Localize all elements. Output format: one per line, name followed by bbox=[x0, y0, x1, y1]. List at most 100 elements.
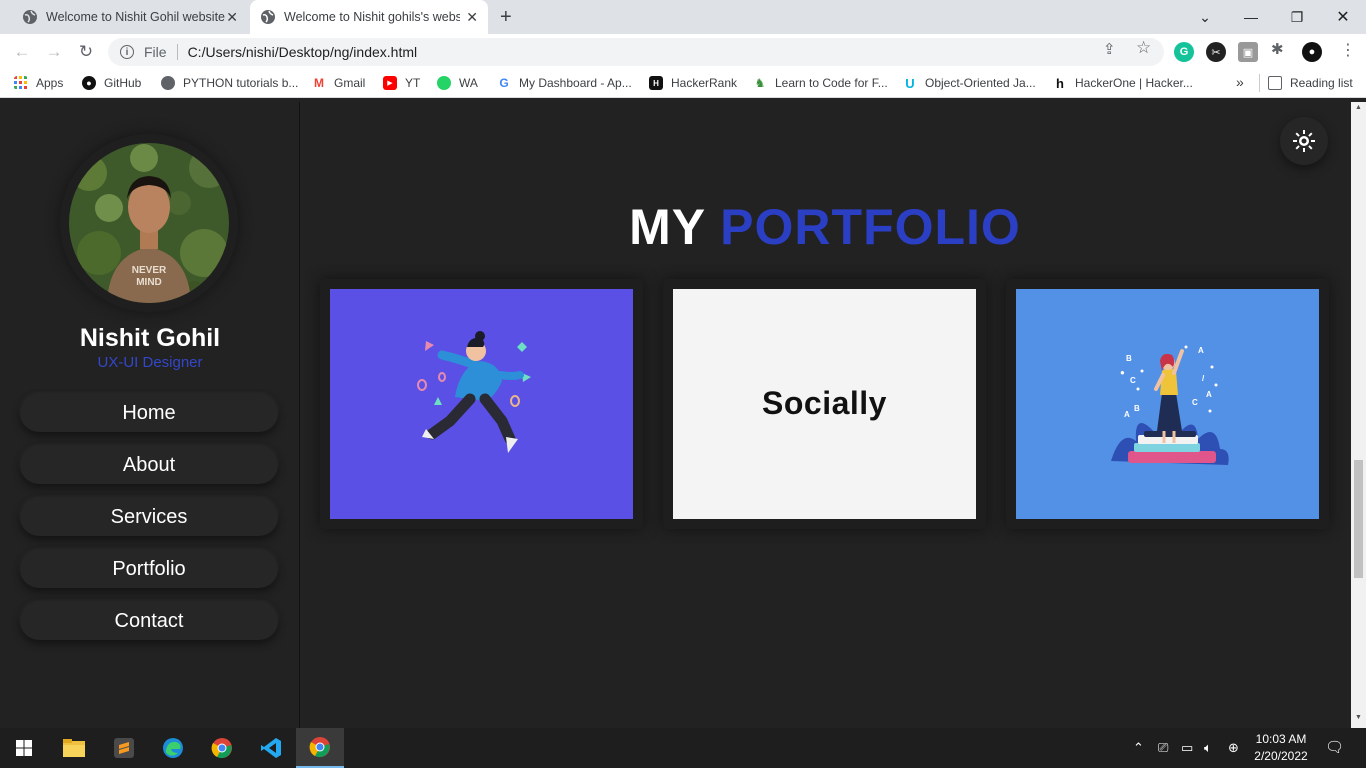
start-button[interactable] bbox=[0, 728, 48, 768]
profile-avatar-icon[interactable]: ● bbox=[1302, 42, 1322, 62]
close-tab-icon[interactable]: ✕ bbox=[466, 9, 478, 26]
show-hidden-icons-icon[interactable]: ⌃ bbox=[1133, 740, 1144, 756]
scroll-down-icon[interactable]: ▼ bbox=[1354, 714, 1363, 721]
tab-search-icon[interactable]: ⌄ bbox=[1182, 0, 1228, 34]
tab-title: Welcome to Nishit Gohil website bbox=[46, 10, 226, 24]
bookmark-item[interactable]: G My Dashboard - Ap... bbox=[497, 76, 632, 90]
share-icon[interactable]: ⇪ bbox=[1103, 40, 1116, 58]
chrome-icon bbox=[211, 738, 232, 759]
avatar-frame: NEVER MIND bbox=[60, 134, 238, 312]
folder-icon bbox=[63, 739, 85, 757]
portfolio-card[interactable]: BAB ACA / C ● bbox=[1006, 279, 1329, 529]
address-bar[interactable]: i File C:/Users/nishi/Desktop/ng/index.h… bbox=[108, 38, 1164, 66]
running-character-illustration bbox=[330, 289, 633, 519]
chrome-profile-app[interactable] bbox=[198, 728, 246, 768]
more-bookmarks-button[interactable]: » bbox=[1236, 74, 1244, 90]
back-icon[interactable]: ← bbox=[11, 41, 33, 63]
bookmark-item[interactable]: U Object-Oriented Ja... bbox=[903, 76, 1036, 91]
volume-icon[interactable]: 🔈︎ bbox=[1204, 740, 1212, 756]
portfolio-card[interactable] bbox=[320, 279, 643, 529]
scroll-up-icon[interactable]: ▲ bbox=[1354, 104, 1363, 111]
reading-list-button[interactable]: Reading list bbox=[1259, 74, 1353, 92]
portfolio-card[interactable]: Socially bbox=[663, 279, 986, 529]
restore-button[interactable]: ❐ bbox=[1274, 0, 1320, 34]
extension-icon[interactable]: ✂ bbox=[1206, 42, 1226, 62]
bookmark-label: Gmail bbox=[334, 76, 366, 90]
bookmark-label: PYTHON tutorials b... bbox=[183, 76, 299, 90]
svg-text:C: C bbox=[1192, 398, 1198, 407]
bookmark-item[interactable]: h HackerOne | Hacker... bbox=[1053, 76, 1193, 91]
menu-kebab-icon[interactable]: ⋮ bbox=[1340, 40, 1356, 60]
battery-icon[interactable]: ▭ bbox=[1181, 740, 1193, 756]
bookmark-item[interactable]: WA bbox=[437, 76, 478, 90]
bookmark-label: Object-Oriented Ja... bbox=[925, 76, 1036, 90]
edge-icon bbox=[163, 738, 183, 758]
globe-icon bbox=[23, 10, 37, 24]
sublime-text-app[interactable] bbox=[100, 728, 148, 768]
edge-app[interactable] bbox=[149, 728, 197, 768]
minimize-button[interactable]: — bbox=[1228, 0, 1274, 34]
network-globe-icon[interactable]: ⊕ bbox=[1228, 740, 1239, 756]
bookmark-item[interactable]: ♞ Learn to Code for F... bbox=[753, 76, 888, 90]
bookmark-label: GitHub bbox=[104, 76, 142, 90]
bookmark-item[interactable]: M Gmail bbox=[312, 76, 365, 90]
nav-about[interactable]: About bbox=[20, 446, 278, 484]
meet-now-icon[interactable]: ⎚ bbox=[1158, 740, 1168, 756]
svg-text:A: A bbox=[1206, 390, 1212, 399]
bookmark-star-icon[interactable]: ☆ bbox=[1136, 38, 1151, 58]
profile-name: Nishit Gohil bbox=[79, 324, 221, 352]
section-heading: MY PORTFOLIO bbox=[300, 198, 1350, 256]
bookmark-item[interactable]: Apps bbox=[14, 76, 63, 90]
divider bbox=[176, 44, 178, 60]
bookmark-label: Apps bbox=[36, 76, 64, 90]
notifications-icon[interactable]: 🗨︎ bbox=[1325, 738, 1344, 756]
reload-icon[interactable]: ↻ bbox=[75, 41, 97, 63]
clock-date: 2/20/2022 bbox=[1254, 749, 1308, 763]
scrollbar[interactable]: ▲ ▼ bbox=[1351, 102, 1366, 728]
close-tab-icon[interactable]: ✕ bbox=[226, 9, 238, 26]
svg-text:A: A bbox=[1198, 346, 1204, 355]
windows-logo-icon bbox=[16, 740, 32, 756]
scheme-label: File bbox=[144, 44, 167, 60]
url-text: C:/Users/nishi/Desktop/ng/index.html bbox=[187, 44, 418, 60]
sublime-icon bbox=[114, 738, 134, 758]
vscode-app[interactable] bbox=[247, 728, 295, 768]
nav-contact[interactable]: Contact bbox=[20, 602, 278, 640]
chrome-icon bbox=[309, 737, 330, 758]
system-clock[interactable]: 10:03 AM 2/20/2022 bbox=[1250, 731, 1312, 765]
theme-toggle-button[interactable] bbox=[1280, 117, 1328, 165]
bookmark-item[interactable]: H HackerRank bbox=[649, 76, 737, 90]
nav-services[interactable]: Services bbox=[20, 498, 278, 536]
new-tab-button[interactable]: + bbox=[500, 6, 512, 29]
nav-portfolio[interactable]: Portfolio bbox=[20, 550, 278, 588]
bookmark-item[interactable]: ▶ YT bbox=[383, 76, 420, 90]
svg-text:MIND: MIND bbox=[136, 277, 162, 288]
file-explorer-app[interactable] bbox=[50, 728, 98, 768]
bookmark-item[interactable]: ● GitHub bbox=[82, 76, 141, 90]
nav-home[interactable]: Home bbox=[20, 394, 278, 432]
scrollbar-thumb[interactable] bbox=[1354, 460, 1363, 578]
svg-text:A: A bbox=[1124, 410, 1130, 419]
browser-tab[interactable]: Welcome to Nishit Gohil website ✕ bbox=[8, 0, 248, 34]
bookmark-label: YT bbox=[405, 76, 421, 90]
browser-tab-active[interactable]: Welcome to Nishit gohils's website ✕ bbox=[250, 0, 488, 34]
forward-icon[interactable]: → bbox=[43, 41, 65, 63]
clock-time: 10:03 AM bbox=[1255, 732, 1307, 746]
grammarly-icon[interactable]: G bbox=[1174, 42, 1194, 62]
apps-grid-icon bbox=[14, 76, 27, 89]
chrome-app-active[interactable] bbox=[296, 728, 344, 768]
svg-text:C: C bbox=[1130, 376, 1136, 385]
extensions-puzzle-icon[interactable]: ✱ bbox=[1271, 40, 1284, 58]
extension-icon[interactable]: ▣ bbox=[1238, 42, 1258, 62]
bookmark-item[interactable]: PYTHON tutorials b... bbox=[161, 76, 298, 90]
svg-text:/: / bbox=[1202, 374, 1205, 383]
vscode-icon bbox=[261, 738, 281, 758]
close-window-button[interactable]: ✕ bbox=[1320, 0, 1366, 34]
reading-list-label: Reading list bbox=[1290, 76, 1353, 90]
avatar: NEVER MIND bbox=[69, 143, 229, 303]
site-info-icon[interactable]: i bbox=[120, 45, 134, 59]
svg-text:●: ● bbox=[1120, 368, 1125, 377]
bookmark-label: My Dashboard - Ap... bbox=[519, 76, 632, 90]
sun-icon bbox=[1293, 130, 1315, 152]
hackerone-icon: h bbox=[1053, 76, 1067, 91]
